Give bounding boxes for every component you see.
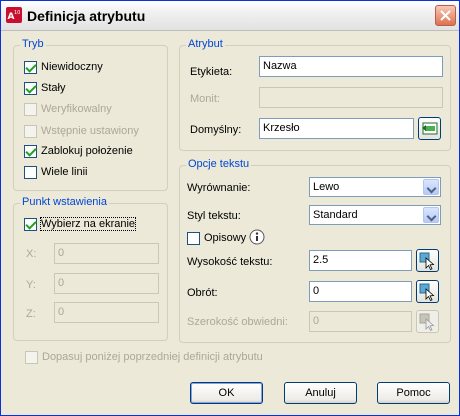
pick-point-icon [419,313,435,332]
checkbox-label: Stały [41,82,66,94]
text-options-group: Opcje tekstu Wyrównanie: Lewo Styl tekst… [179,158,451,343]
checkbox-label: Wiele linii [41,166,88,178]
mode-group-title: Tryb [20,38,46,50]
checkbox-label: Niewidoczny [41,61,103,73]
pick-point-icon [419,252,435,271]
checkbox-label: Opisowy [204,232,247,244]
tag-label: Etykieta: [190,66,233,78]
boundary-width-input: 0 [309,311,412,332]
insertion-point-group: Punkt wstawienia Wybierz na ekranie X: 0… [13,196,168,341]
rotation-input[interactable]: 0 [309,281,412,302]
attribute-definition-dialog: A 10 Definicja atrybutu Tryb Niewidoczny… [0,0,460,416]
ok-button[interactable]: OK [190,382,263,404]
checkbox-box[interactable] [24,81,37,95]
text-style-value: Standard [313,209,358,221]
text-height-input[interactable]: 2.5 [309,250,412,271]
checkbox-box[interactable] [24,144,37,158]
checkbox-box [24,124,37,138]
checkbox-box [25,350,38,364]
attribute-group: Atrybut Etykieta: Nazwa Monit: Domyślny:… [179,38,451,151]
y-input: 0 [54,273,159,294]
pick-rotation-button[interactable] [416,280,439,303]
checkbox-label: Wstępnie ustawiony [41,125,139,137]
x-input: 0 [54,243,159,264]
pick-width-button [416,310,439,333]
default-label: Domyślny: [190,124,242,136]
pick-point-icon [419,283,435,302]
text-style-label: Styl tekstu: [187,210,241,222]
title-bar[interactable]: A 10 Definicja atrybutu [1,1,459,31]
chevron-down-icon[interactable] [423,207,439,223]
text-height-label: Wysokość tekstu: [187,256,273,268]
insert-field-icon [422,122,438,135]
mode-group: Tryb Niewidoczny Stały Weryfikowalny Wst… [13,38,168,191]
insertion-group-title: Punkt wstawienia [20,196,109,208]
annotative-checkbox[interactable]: Opisowy [187,230,246,246]
z-input: 0 [54,302,159,323]
checkbox-box[interactable] [187,231,200,245]
checkbox-box [24,102,37,116]
info-icon[interactable] [249,229,265,245]
cancel-button[interactable]: Anuluj [284,382,357,404]
specify-on-screen-checkbox[interactable]: Wybierz na ekranie [24,216,137,232]
prompt-input [259,87,443,108]
pick-height-button[interactable] [416,249,439,272]
tag-input[interactable]: Nazwa [259,56,443,77]
verify-checkbox: Weryfikowalny [24,101,112,117]
checkbox-box[interactable] [24,60,37,74]
rotation-label: Obrót: [187,287,218,299]
checkbox-box[interactable] [24,165,37,179]
checkbox-label: Dopasuj poniżej poprzedniej definicji at… [42,351,263,363]
autocad-app-icon: A 10 [6,7,22,23]
x-label: X: [26,248,37,260]
attribute-group-title: Atrybut [186,38,225,50]
close-button[interactable] [435,5,456,26]
prompt-label: Monit: [190,93,220,105]
chevron-down-icon[interactable] [423,179,439,195]
checkbox-box[interactable] [24,217,37,231]
align-below-checkbox: Dopasuj poniżej poprzedniej definicji at… [25,349,263,365]
default-input[interactable]: Krzesło [259,118,414,139]
close-icon [440,10,451,21]
help-button[interactable]: Pomoc [377,382,450,404]
y-label: Y: [26,279,36,291]
boundary-width-label: Szerokość obwiedni: [187,316,288,328]
text-style-select[interactable]: Standard [309,205,441,225]
preset-checkbox: Wstępnie ustawiony [24,123,139,139]
lock-position-checkbox[interactable]: Zablokuj położenie [24,143,133,159]
svg-text:10: 10 [14,10,20,16]
insert-field-button[interactable] [418,117,441,140]
multiple-lines-checkbox[interactable]: Wiele linii [24,164,87,180]
dialog-title: Definicja atrybutu [27,8,146,24]
z-label: Z: [26,308,36,320]
justification-label: Wyrównanie: [187,182,251,194]
text-options-group-title: Opcje tekstu [186,158,252,170]
checkbox-label: Weryfikowalny [41,103,112,115]
constant-checkbox[interactable]: Stały [24,80,65,96]
justification-value: Lewo [313,181,340,193]
justification-select[interactable]: Lewo [309,177,441,197]
invisible-checkbox[interactable]: Niewidoczny [24,59,103,75]
checkbox-label: Zablokuj położenie [41,145,133,157]
checkbox-label: Wybierz na ekranie [39,217,137,231]
